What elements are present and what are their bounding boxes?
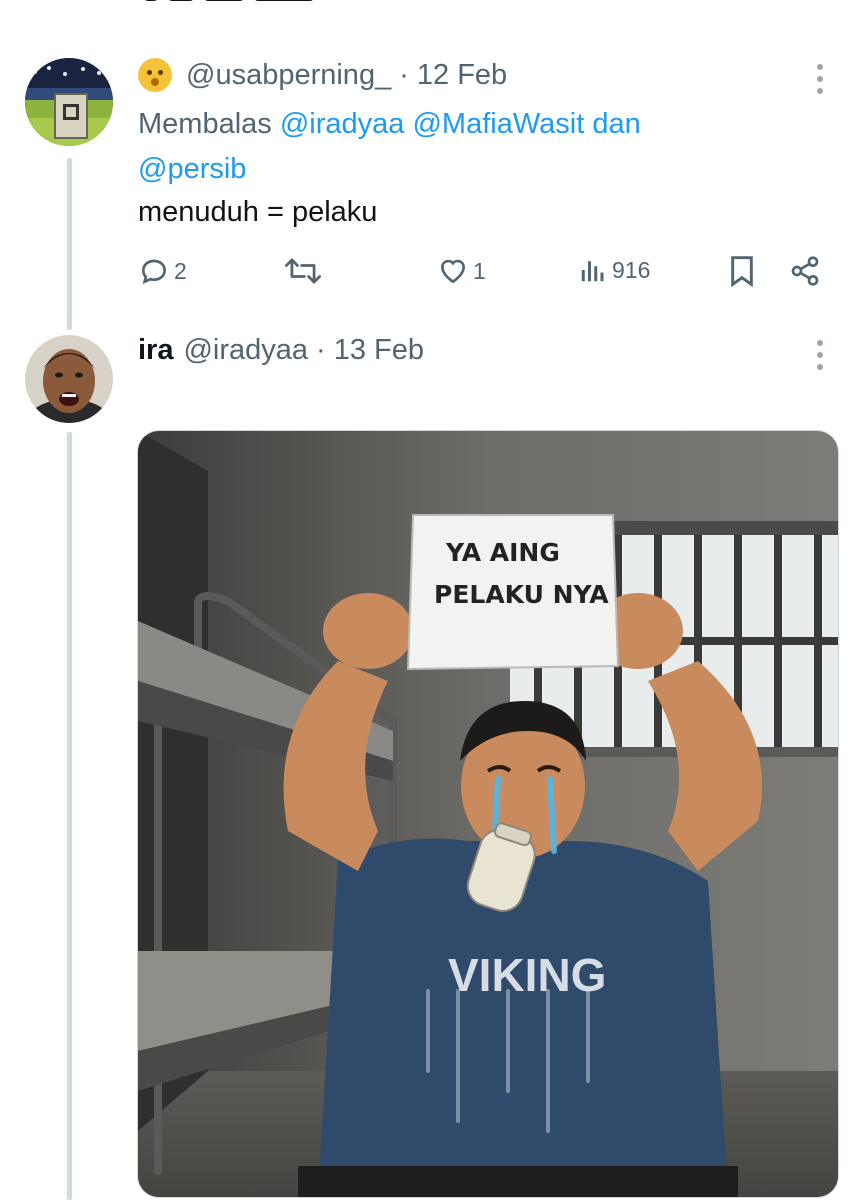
more-icon (817, 340, 823, 346)
tweet-actions: 2 1 916 (0, 255, 860, 295)
avatar-usabperning[interactable] (25, 58, 113, 146)
mention-link[interactable]: @persib (138, 153, 246, 185)
retweet-icon (285, 258, 321, 284)
reply-prefix: Membalas (138, 108, 272, 140)
views-count: 916 (612, 256, 651, 283)
mention-link[interactable]: @iradyaa (280, 108, 405, 140)
mention-joiner: dan (592, 108, 641, 140)
shushing-face-icon (138, 58, 172, 92)
reply-button[interactable]: 2 (138, 255, 187, 287)
tweet-text: menuduh = pelaku (138, 196, 378, 228)
share-button[interactable] (789, 255, 821, 287)
separator-dot: · (399, 58, 409, 91)
replying-to: Membalas @iradyaa @MafiaWasit dan @persi… (138, 102, 738, 192)
tweet-date[interactable]: 12 Feb (417, 59, 507, 92)
tweet-date[interactable]: 13 Feb (334, 334, 424, 367)
tweet-header: ira @iradyaa · 13 Feb (138, 334, 424, 367)
mention-link[interactable]: @MafiaWasit (412, 108, 584, 140)
sign-line-1: YA AING (445, 538, 560, 567)
avatar-iradyaa[interactable] (25, 335, 113, 423)
tweet-header: @usabperning_ · 12 Feb (138, 58, 507, 92)
reply-count: 2 (174, 257, 187, 284)
more-icon (817, 64, 823, 70)
sign-line-2: PELAKU NYA (434, 580, 609, 609)
thread-line-1 (67, 158, 72, 330)
tweet-media-image[interactable]: VIKING YA AING PELAKU NYA (137, 430, 839, 1198)
views-button[interactable]: 916 (578, 255, 650, 285)
author-name[interactable]: ira (138, 334, 173, 367)
thread-line-2 (67, 432, 72, 1200)
retweet-button[interactable] (285, 255, 321, 287)
share-icon (791, 256, 819, 286)
heart-icon (440, 259, 466, 284)
clipped-previous-text (140, 0, 340, 18)
shirt-text: VIKING (448, 949, 606, 1001)
more-options-button[interactable] (816, 64, 824, 94)
more-options-button[interactable] (816, 340, 824, 370)
views-icon (581, 261, 604, 282)
separator-dot: · (316, 334, 326, 366)
bookmark-button[interactable] (728, 255, 756, 287)
like-button[interactable]: 1 (437, 255, 486, 287)
bookmark-icon (731, 256, 753, 287)
author-handle[interactable]: @iradyaa (183, 334, 308, 367)
like-count: 1 (473, 257, 486, 284)
reply-icon (141, 259, 167, 284)
author-handle[interactable]: @usabperning_ (186, 59, 391, 92)
